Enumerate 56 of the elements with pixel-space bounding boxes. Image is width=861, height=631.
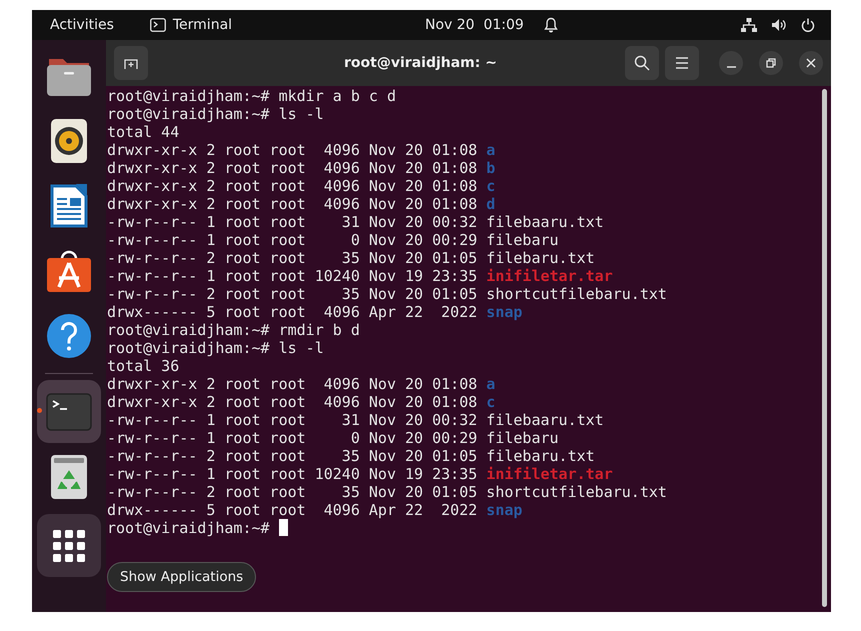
terminal-icon xyxy=(150,18,166,32)
terminal-line: root@viraidjham:~# ls -l xyxy=(107,105,325,123)
window-title: root@viraidjham: ~ xyxy=(343,55,498,71)
close-button[interactable] xyxy=(799,51,823,75)
terminal-line: -rw-r--r-- 2 root root 35 Nov 20 01:05 filebaru.txt xyxy=(107,447,596,465)
terminal-line: -rw-r--r-- 1 root root 10240 Nov 19 23:35 inifiletar.tar xyxy=(107,267,614,285)
terminal-line: drwxr-xr-x 2 root root 4096 Nov 20 01:08 c xyxy=(107,177,496,195)
terminal-line: drwxr-xr-x 2 root root 4096 Nov 20 01:08 d xyxy=(107,195,496,213)
terminal-line: -rw-r--r-- 1 root root 31 Nov 20 00:32 filebaaru.txt xyxy=(107,213,605,231)
terminal-line: drwxr-xr-x 2 root root 4096 Nov 20 01:08 a xyxy=(107,141,496,159)
app-grid-icon xyxy=(53,530,85,562)
terminal-icon xyxy=(46,392,92,430)
network-icon[interactable] xyxy=(741,18,757,32)
close-icon xyxy=(806,58,816,68)
power-icon[interactable] xyxy=(801,18,815,32)
terminal-line: -rw-r--r-- 1 root root 0 Nov 20 00:29 filebaru xyxy=(107,231,560,249)
terminal-line: -rw-r--r-- 1 root root 10240 Nov 19 23:35 inifiletar.tar xyxy=(107,465,614,483)
terminal-line: drwx------ 5 root root 4096 Apr 22 2022 snap xyxy=(107,501,524,519)
clock[interactable]: Nov 20 01:09 xyxy=(425,17,524,33)
terminal-line: drwxr-xr-x 2 root root 4096 Nov 20 01:08 a xyxy=(107,375,496,393)
search-button[interactable] xyxy=(625,46,659,80)
volume-icon[interactable] xyxy=(771,18,787,32)
terminal-line: root@viraidjham:~# xyxy=(107,519,822,537)
bell-icon xyxy=(544,17,558,33)
running-indicator xyxy=(37,408,42,413)
help-icon xyxy=(46,312,92,358)
shopping-bag-icon xyxy=(46,248,92,292)
terminal-line: total 36 xyxy=(107,357,180,375)
scrollbar[interactable] xyxy=(822,89,827,607)
search-icon xyxy=(634,55,650,71)
app-menu-label[interactable]: Terminal xyxy=(172,17,232,33)
show-applications-button[interactable] xyxy=(37,514,101,577)
terminal-line: -rw-r--r-- 1 root root 31 Nov 20 00:32 filebaaru.txt xyxy=(107,411,605,429)
terminal-line: drwx------ 5 root root 4096 Apr 22 2022 snap xyxy=(107,303,524,321)
restore-icon xyxy=(766,58,776,68)
terminal-line: -rw-r--r-- 2 root root 35 Nov 20 01:05 shortcutfilebaru.txt xyxy=(107,285,668,303)
minimize-icon xyxy=(726,66,736,68)
restore-button[interactable] xyxy=(759,51,783,75)
terminal-line: total 44 xyxy=(107,123,180,141)
document-icon xyxy=(50,182,88,228)
terminal-line: drwxr-xr-x 2 root root 4096 Nov 20 01:08 c xyxy=(107,393,496,411)
menu-icon xyxy=(675,57,689,69)
terminal-line: -rw-r--r-- 2 root root 35 Nov 20 01:05 shortcutfilebaru.txt xyxy=(107,483,668,501)
trash-icon xyxy=(50,454,88,500)
terminal-line: root@viraidjham:~# mkdir a b c d xyxy=(107,87,397,105)
new-tab-button[interactable] xyxy=(114,46,148,80)
activities-button[interactable]: Activities xyxy=(50,17,114,33)
menu-button[interactable] xyxy=(665,46,699,80)
minimize-button[interactable] xyxy=(719,51,743,75)
tooltip: Show Applications xyxy=(107,562,256,592)
terminal-line: root@viraidjham:~# rmdir b d xyxy=(107,321,361,339)
terminal-line: -rw-r--r-- 1 root root 0 Nov 20 00:29 filebaru xyxy=(107,429,560,447)
terminal-line: root@viraidjham:~# ls -l xyxy=(107,339,325,357)
speaker-icon xyxy=(50,118,88,164)
terminal-line: -rw-r--r-- 2 root root 35 Nov 20 01:05 filebaru.txt xyxy=(107,249,596,267)
terminal-line: drwxr-xr-x 2 root root 4096 Nov 20 01:08 b xyxy=(107,159,496,177)
